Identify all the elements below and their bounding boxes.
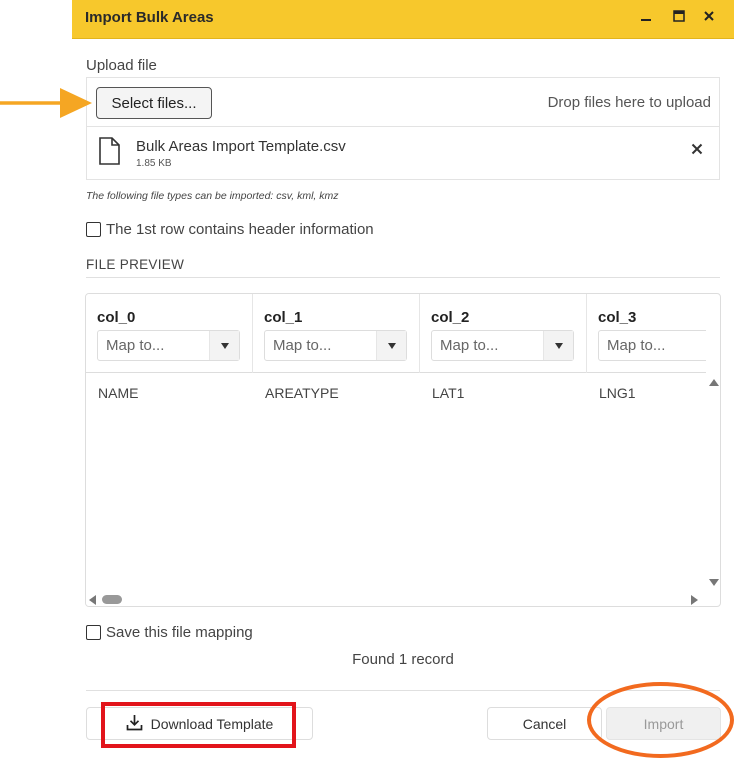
annotation-arrow-icon (0, 86, 94, 129)
column-header: col_0 Map to... (86, 294, 253, 373)
table-cell: LNG1 (599, 385, 636, 401)
map-to-placeholder: Map to... (440, 337, 499, 354)
maximize-icon[interactable] (669, 8, 689, 28)
grid-header: col_0 Map to... col_1 Map to... col_2 Ma… (86, 294, 706, 373)
file-preview-title: FILE PREVIEW (86, 257, 185, 272)
caret-down-icon (554, 342, 563, 349)
map-to-select[interactable]: Map to... (97, 330, 240, 361)
divider (86, 277, 720, 278)
file-preview-grid: col_0 Map to... col_1 Map to... col_2 Ma… (85, 293, 721, 607)
header-row-label: The 1st row contains header information (106, 221, 374, 238)
caret-down-icon (220, 342, 229, 349)
scroll-right-icon[interactable] (691, 595, 698, 605)
caret-down-icon (387, 342, 396, 349)
import-bulk-areas-dialog: Import Bulk Areas Upload file Select fil… (72, 0, 734, 760)
column-name: col_0 (97, 309, 136, 326)
map-to-select[interactable]: Map to... (598, 330, 706, 361)
header-row-option[interactable]: The 1st row contains header information (86, 221, 374, 238)
record-count-status: Found 1 record (352, 651, 454, 668)
save-mapping-option[interactable]: Save this file mapping (86, 624, 253, 641)
file-upload-area[interactable]: Select files... Drop files here to uploa… (86, 77, 720, 180)
dialog-titlebar: Import Bulk Areas (72, 0, 734, 39)
uploaded-file-size: 1.85 KB (136, 158, 172, 169)
upload-file-label: Upload file (86, 57, 157, 74)
dropdown-toggle[interactable] (209, 331, 239, 360)
cancel-button[interactable]: Cancel (487, 707, 602, 740)
column-name: col_1 (264, 309, 303, 326)
column-name: col_3 (598, 309, 637, 326)
select-files-button[interactable]: Select files... (96, 87, 212, 119)
map-to-select[interactable]: Map to... (431, 330, 574, 361)
scroll-up-icon[interactable] (709, 379, 719, 386)
upload-dropzone[interactable]: Select files... Drop files here to uploa… (87, 78, 719, 127)
save-mapping-label: Save this file mapping (106, 624, 253, 641)
column-name: col_2 (431, 309, 470, 326)
dropdown-toggle[interactable] (376, 331, 406, 360)
map-to-placeholder: Map to... (607, 337, 666, 354)
file-icon (98, 137, 120, 170)
save-mapping-checkbox[interactable] (86, 625, 101, 640)
column-header: col_1 Map to... (253, 294, 420, 373)
map-to-placeholder: Map to... (273, 337, 332, 354)
drop-files-hint: Drop files here to upload (547, 94, 711, 111)
scroll-down-icon[interactable] (709, 579, 719, 586)
annotation-highlight-ellipse (587, 682, 734, 758)
remove-file-icon[interactable] (691, 142, 703, 158)
dialog-title: Import Bulk Areas (85, 9, 214, 26)
table-cell: NAME (98, 385, 139, 401)
map-to-select[interactable]: Map to... (264, 330, 407, 361)
annotation-highlight-box (101, 702, 296, 748)
map-to-placeholder: Map to... (106, 337, 165, 354)
scroll-thumb[interactable] (102, 595, 122, 604)
header-row-checkbox[interactable] (86, 222, 101, 237)
column-header: col_2 Map to... (420, 294, 587, 373)
dropdown-toggle[interactable] (543, 331, 573, 360)
allowed-file-types-hint: The following file types can be imported… (86, 190, 339, 202)
column-header: col_3 Map to... (587, 294, 706, 373)
horizontal-scrollbar[interactable] (86, 593, 706, 606)
table-cell: AREATYPE (265, 385, 339, 401)
scroll-left-icon[interactable] (89, 595, 96, 605)
uploaded-file-name: Bulk Areas Import Template.csv (136, 138, 346, 155)
vertical-scrollbar[interactable] (706, 373, 720, 593)
table-cell: LAT1 (432, 385, 465, 401)
close-icon[interactable] (699, 8, 719, 28)
minimize-icon[interactable] (636, 8, 656, 28)
